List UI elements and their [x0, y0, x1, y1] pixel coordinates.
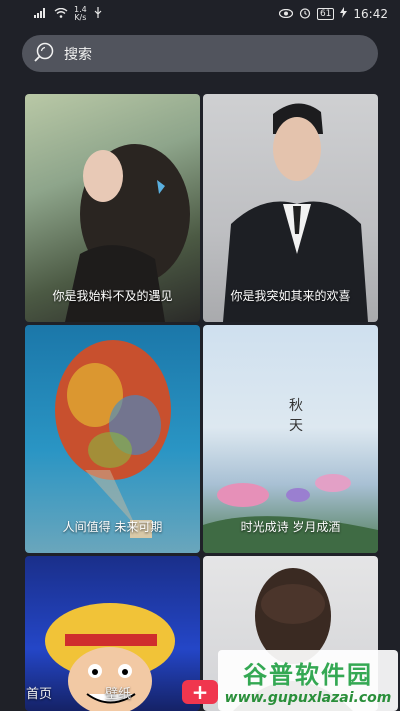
wallpaper-card[interactable]: 秋 天 时光成诗 岁月成酒: [203, 325, 378, 553]
wifi-icon: [54, 7, 68, 21]
autumn-text: 秋 天: [289, 395, 303, 435]
wallpaper-caption: 人间值得 未来可期: [62, 520, 163, 534]
search-label: 搜索: [64, 46, 92, 63]
charging-icon: [340, 7, 348, 21]
wallpaper-grid: 你是我始料不及的遇见 你是我突如其来的欢喜 人间值得 未来可期 秋 天 时光成诗…: [25, 94, 378, 711]
search-bar[interactable]: 搜索: [22, 35, 378, 72]
nav-wallpaper[interactable]: 壁纸: [105, 683, 131, 702]
status-right: 61 16:42: [278, 7, 388, 22]
wallpaper-card[interactable]: 你是我突如其来的欢喜: [203, 94, 378, 322]
search-icon: [32, 40, 56, 68]
status-left: 1.4 K/s: [34, 6, 103, 22]
wallpaper-caption: 你是我突如其来的欢喜: [230, 289, 351, 303]
alarm-icon: [299, 7, 311, 22]
eye-icon: [278, 8, 294, 21]
usb-icon: [93, 6, 103, 22]
autumn-char-1: 秋: [289, 398, 303, 414]
wallpaper-card[interactable]: 人间值得 未来可期: [25, 325, 200, 553]
wallpaper-caption: 你是我始料不及的遇见: [52, 289, 173, 303]
add-button[interactable]: +: [182, 680, 218, 704]
signal-icon: [34, 7, 48, 21]
nav-home[interactable]: 首页: [26, 683, 52, 702]
bottom-nav: 首页 壁纸 +: [0, 675, 400, 711]
wallpaper-caption: 时光成诗 岁月成酒: [240, 520, 341, 534]
network-speed: 1.4 K/s: [74, 6, 87, 22]
status-bar: 1.4 K/s 61 16:42: [0, 0, 400, 28]
battery-level: 61: [316, 8, 335, 20]
autumn-char-2: 天: [289, 418, 303, 434]
net-speed-unit: K/s: [74, 13, 87, 22]
clock: 16:42: [353, 7, 388, 21]
wallpaper-card[interactable]: 你是我始料不及的遇见: [25, 94, 200, 322]
